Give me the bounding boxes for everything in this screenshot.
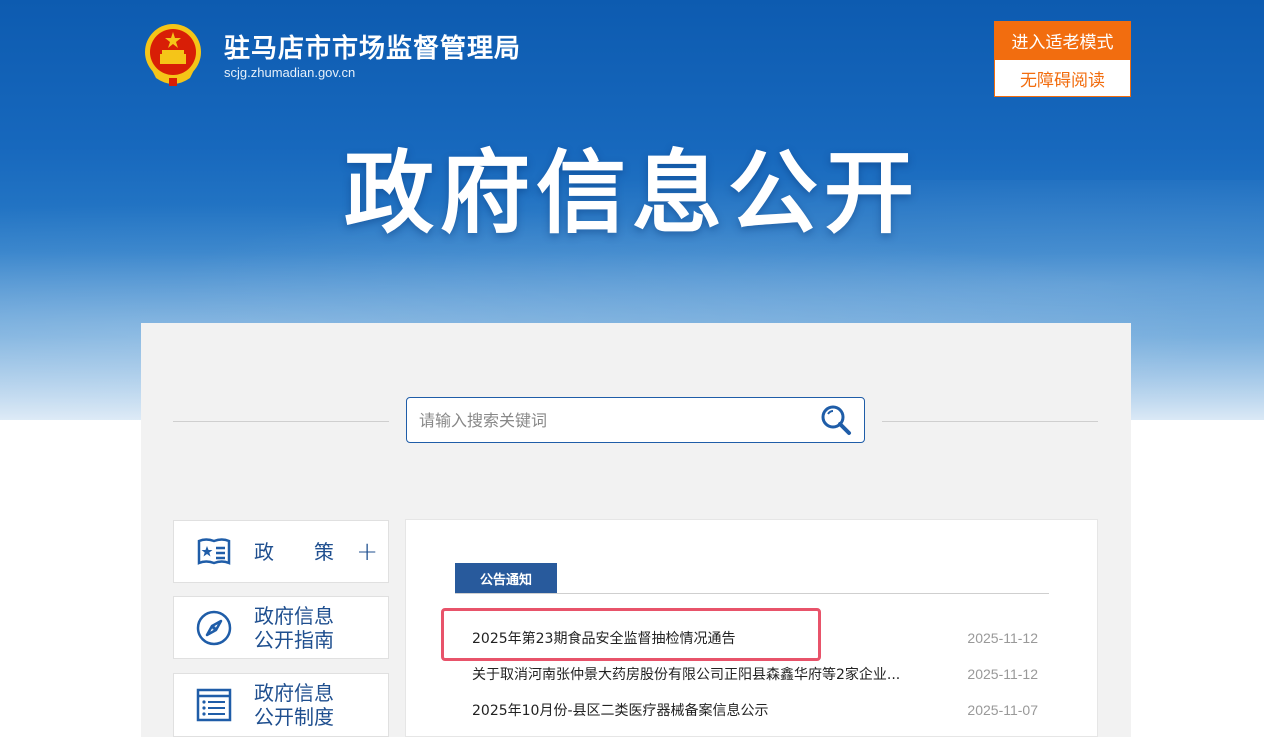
search-icon bbox=[821, 405, 851, 435]
sidebar-item-disclosure-guide[interactable]: 政府信息 公开指南 bbox=[173, 596, 389, 659]
notice-date: 2025-11-07 bbox=[967, 702, 1038, 718]
sidebar-item-label-line1: 政府信息 bbox=[254, 603, 334, 628]
notice-title[interactable]: 2025年10月份-县区二类医疗器械备案信息公示 bbox=[472, 700, 769, 720]
elder-mode-button[interactable]: 进入适老模式 bbox=[994, 21, 1131, 59]
search-divider-right bbox=[882, 421, 1098, 422]
search-input[interactable] bbox=[407, 398, 808, 442]
list-item[interactable]: 2025年10月份-县区二类医疗器械备案信息公示 2025-11-07 bbox=[472, 699, 1038, 721]
list-item[interactable]: 关于取消河南张仲景大药房股份有限公司正阳县森鑫华府等2家企业... 2025-1… bbox=[472, 663, 1038, 685]
sidebar-item-policy[interactable]: 政策 + bbox=[173, 520, 389, 583]
search-bar bbox=[406, 397, 865, 443]
policy-star-icon bbox=[197, 537, 231, 565]
site-domain: scjg.zhumadian.gov.cn bbox=[224, 65, 356, 80]
compass-icon bbox=[196, 610, 232, 645]
notice-date: 2025-11-12 bbox=[967, 630, 1038, 646]
sidebar-item-disclosure-system[interactable]: 政府信息 公开制度 bbox=[173, 673, 389, 737]
sidebar-item-label-line2: 公开指南 bbox=[254, 627, 334, 652]
search-divider-left bbox=[173, 421, 389, 422]
sidebar-item-label-line2: 公开制度 bbox=[254, 705, 334, 729]
tab-divider bbox=[455, 593, 1049, 594]
notice-date: 2025-11-12 bbox=[967, 666, 1038, 682]
accessibility-reading-button[interactable]: 无障碍阅读 bbox=[994, 59, 1131, 97]
sidebar-item-label-line1: 政府信息 bbox=[254, 681, 334, 705]
notice-title[interactable]: 2025年第23期食品安全监督抽检情况通告 bbox=[472, 628, 735, 648]
site-name: 驻马店市市场监督管理局 bbox=[224, 34, 522, 64]
expand-plus-icon[interactable]: + bbox=[356, 537, 378, 567]
notice-title[interactable]: 关于取消河南张仲景大药房股份有限公司正阳县森鑫华府等2家企业... bbox=[472, 664, 900, 684]
list-document-icon bbox=[196, 688, 232, 722]
tab-notices[interactable]: 公告通知 bbox=[455, 563, 557, 593]
national-emblem-icon bbox=[142, 22, 204, 88]
page-title: 政府信息公开 bbox=[344, 141, 920, 246]
search-button[interactable] bbox=[808, 398, 864, 442]
list-item[interactable]: 2025年第23期食品安全监督抽检情况通告 2025-11-12 bbox=[472, 627, 1038, 649]
